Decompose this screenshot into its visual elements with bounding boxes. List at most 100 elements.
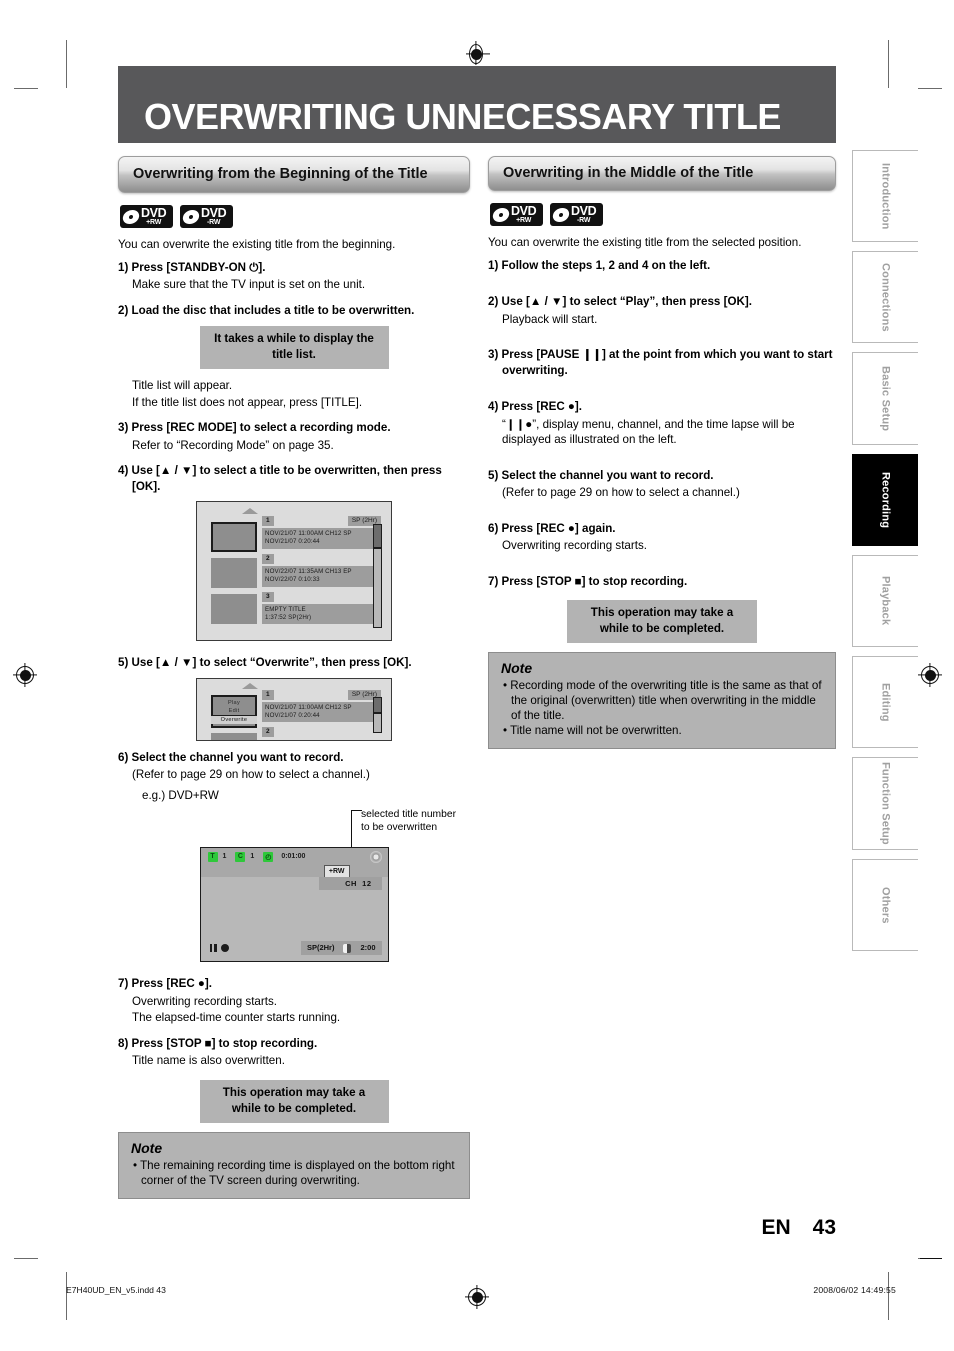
step-1-line-1: Make sure that the TV input is set on th… bbox=[132, 278, 366, 291]
r-step-2-title: 2) Use [▲ / ▼] to select “Play”, then pr… bbox=[488, 294, 836, 310]
crop-mark-bottom-right bbox=[888, 1272, 890, 1320]
osd-title-number: 1 bbox=[222, 853, 227, 860]
step-number: 1) bbox=[118, 260, 129, 274]
title-info-2-line2: NOV/22/07 0:10:33 bbox=[265, 576, 320, 584]
osd-channel: CH 12 bbox=[319, 877, 382, 890]
scroll-up-arrow-icon bbox=[242, 682, 258, 689]
step-text: Load the disc that includes a title to b… bbox=[131, 303, 415, 317]
scrollbar[interactable] bbox=[373, 696, 382, 733]
after-callout-line-1: Title list will appear. bbox=[132, 379, 233, 392]
r-step-6-title: 6) Press [REC ●] again. bbox=[488, 521, 836, 537]
title-number-2: 2 bbox=[262, 553, 274, 564]
step-text: Press [STANDBY-ON ⏻]. bbox=[131, 260, 266, 274]
sidebar-tab-function-setup[interactable]: Function Setup bbox=[852, 757, 918, 850]
title-number-2: 2 bbox=[262, 727, 274, 738]
step-5-title: 5) Use [▲ / ▼] to select “Overwrite”, th… bbox=[118, 655, 470, 671]
osd-channel-row: CH 12 bbox=[201, 877, 388, 890]
crop-mark-top-left bbox=[66, 40, 68, 88]
menu-item-play[interactable]: Play bbox=[228, 700, 240, 706]
r-step-5-title: 5) Select the channel you want to record… bbox=[488, 468, 836, 484]
step-8-title: 8) Press [STOP ■] to stop recording. bbox=[118, 1036, 470, 1052]
context-menu[interactable]: Play Edit Overwrite bbox=[211, 694, 257, 728]
media-badges-left: DVD +RW DVD -RW bbox=[120, 205, 470, 228]
title-icon: T bbox=[207, 851, 218, 862]
step-6-line-2: e.g.) DVD+RW bbox=[142, 788, 219, 802]
callout-operation-left: This operation may take a while to be co… bbox=[199, 1079, 389, 1123]
title-list-figure-wrap: 1 SP (2Hr) NOV/21/07 11:00AM CH12 SP NOV… bbox=[118, 501, 470, 641]
step-number: 5) bbox=[488, 468, 499, 482]
title-info-1: NOV/21/07 11:00AM CH12 SP NOV/21/07 0:20… bbox=[262, 701, 381, 723]
step-text: Press [STOP ■] to stop recording. bbox=[501, 574, 688, 588]
r-step-1-title: 1) Follow the steps 1, 2 and 4 on the le… bbox=[488, 258, 836, 274]
callout-title-list-wrap: It takes a while to display the title li… bbox=[118, 326, 470, 369]
note-item-text: Title name will not be overwritten. bbox=[510, 724, 682, 737]
step-number: 6) bbox=[488, 521, 499, 535]
after-callout-line-2: If the title list does not appear, press… bbox=[132, 395, 363, 409]
media-badges-right: DVD +RW DVD -RW bbox=[490, 203, 836, 226]
registration-mark-left bbox=[16, 666, 34, 684]
dvd-badge-main: DVD bbox=[571, 204, 597, 219]
note-item: • The remaining recording time is displa… bbox=[133, 1158, 455, 1187]
r-step-5-line-1: (Refer to page 29 on how to select a cha… bbox=[502, 486, 740, 499]
sidebar-tab-label: Basic Setup bbox=[879, 365, 892, 432]
note-label: Note bbox=[131, 1139, 163, 1156]
title-info-1: NOV/21/07 11:00AM CH12 SP NOV/21/07 0:20… bbox=[262, 528, 381, 549]
step-number: 7) bbox=[118, 977, 129, 990]
right-intro-text: You can overwrite the existing title fro… bbox=[488, 236, 802, 249]
title-row-header-1: 1 SP (2Hr) bbox=[262, 516, 381, 526]
step-text: Press [REC ●]. bbox=[501, 400, 583, 413]
step-text: Select the channel you want to record. bbox=[501, 468, 714, 482]
page-title-banner: OVERWRITING UNNECESSARY TITLE bbox=[118, 66, 836, 143]
step-text: Press [REC ●] again. bbox=[501, 521, 616, 535]
menu-item-overwrite[interactable]: Overwrite bbox=[211, 714, 257, 724]
scrollbar[interactable] bbox=[373, 524, 382, 628]
menu-column: Play Edit Overwrite bbox=[211, 685, 258, 740]
title-row-header-2: 2 bbox=[262, 727, 381, 738]
step-text: Press [REC ●]. bbox=[131, 977, 213, 990]
step-7-line-1: Overwriting recording starts. bbox=[132, 994, 277, 1008]
title-number-1: 1 bbox=[262, 689, 274, 700]
dvd-badge-main: DVD bbox=[201, 206, 227, 221]
title-list-screen: 1 SP (2Hr) NOV/21/07 11:00AM CH12 SP NOV… bbox=[196, 501, 392, 641]
sidebar-tab-others[interactable]: Others bbox=[852, 859, 918, 951]
r-step-6-line-1: Overwriting recording starts. bbox=[502, 539, 647, 552]
step-4-title: 4) Use [▲ / ▼] to select a title to be o… bbox=[118, 463, 470, 494]
chapter-icon: C bbox=[235, 851, 246, 862]
step-number: 1) bbox=[488, 258, 499, 272]
crop-mark-bottom-left bbox=[66, 1272, 68, 1320]
title-info-2-line1: NOV/22/07 11:35AM CH13 EP bbox=[265, 567, 352, 575]
sidebar-tab-label: Connections bbox=[879, 262, 892, 332]
clock-icon: ◴ bbox=[263, 851, 274, 862]
left-intro-text: You can overwrite the existing title fro… bbox=[118, 238, 396, 251]
sidebar-tab-basic-setup[interactable]: Basic Setup bbox=[852, 352, 918, 445]
registration-mark-right bbox=[921, 666, 939, 684]
registration-mark-top bbox=[469, 44, 483, 64]
leader-vertical bbox=[351, 810, 353, 848]
title-list-menu-screen: Play Edit Overwrite 1 SP (2Hr) NOV/21/07… bbox=[196, 677, 392, 741]
sidebar-tab-playback[interactable]: Playback bbox=[852, 555, 918, 647]
crop-mark-left-upper bbox=[14, 88, 38, 90]
step-number: 7) bbox=[488, 574, 499, 588]
crop-mark-left-lower bbox=[14, 1258, 38, 1260]
sidebar-tab-editing[interactable]: Editing bbox=[852, 656, 918, 748]
step-number: 8) bbox=[118, 1036, 129, 1050]
scrollbar-thumb[interactable] bbox=[374, 697, 381, 714]
r-step-2-line-1: Playback will start. bbox=[502, 312, 598, 326]
sidebar-tab-connections[interactable]: Connections bbox=[852, 251, 918, 343]
note-item: • Recording mode of the overwriting titl… bbox=[503, 679, 822, 722]
note-item: • Title name will not be overwritten. bbox=[503, 724, 682, 737]
step-number: 4) bbox=[118, 464, 129, 477]
sidebar-tab-recording[interactable]: Recording bbox=[852, 454, 918, 546]
callout-title-list: It takes a while to display the title li… bbox=[199, 326, 389, 369]
thumbnail-3 bbox=[211, 594, 257, 624]
scrollbar-thumb[interactable] bbox=[374, 525, 381, 549]
step-text: Press [STOP ■] to stop recording. bbox=[131, 1036, 318, 1050]
step-number: 4) bbox=[488, 400, 499, 413]
menu-item-edit[interactable]: Edit bbox=[229, 708, 240, 714]
sidebar-tab-introduction[interactable]: Introduction bbox=[852, 150, 918, 242]
title-info-3-line1: EMPTY TITLE bbox=[265, 605, 306, 613]
step-8-line-1: Title name is also overwritten. bbox=[132, 1054, 285, 1067]
scroll-up-arrow-icon bbox=[242, 508, 258, 514]
page-title: OVERWRITING UNNECESSARY TITLE bbox=[144, 96, 781, 137]
title-row-header-3: 3 bbox=[262, 591, 381, 602]
